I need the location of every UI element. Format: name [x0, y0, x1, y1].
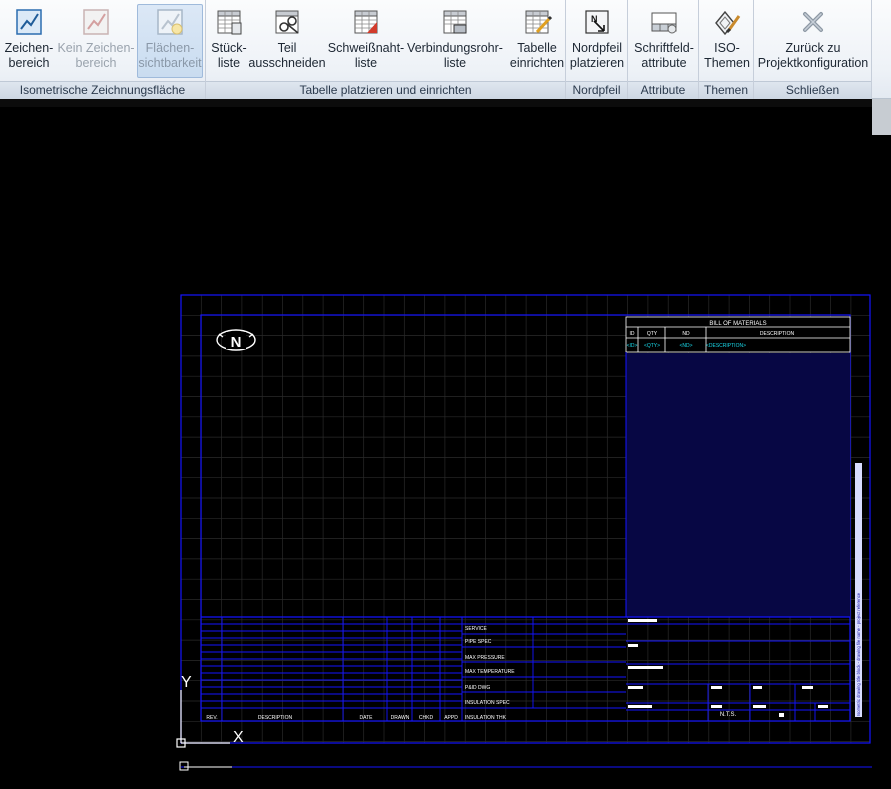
place-north-label-1: Nordpfeil — [571, 41, 623, 55]
ucs-icon: Y X — [176, 674, 244, 771]
side-title-strip: Isometric drawing title block - drawing … — [855, 463, 862, 717]
panel-themes: ISO- Themen Themen — [699, 0, 754, 99]
weld-list-label-2: liste — [354, 56, 378, 70]
draw-area-button[interactable]: Zeichen- bereich — [3, 4, 55, 78]
bill-of-materials: BILL OF MATERIALS ID QTY ND DESCRIPTION … — [625, 316, 851, 617]
bom-body — [626, 353, 850, 617]
spec-max-temperature-label: MAX TEMPERATURE — [465, 669, 515, 675]
iso-themes-label-2: Themen — [704, 56, 750, 70]
draw-area-label-1: Zeichen- — [4, 41, 54, 55]
iso-themes-button[interactable]: ISO- Themen — [702, 4, 752, 78]
no-draw-area-label-1: Kein Zeichen- — [57, 41, 135, 55]
north-arrow-letter: N — [231, 334, 242, 351]
edit-table-icon — [525, 10, 552, 34]
cut-part-button[interactable]: Teil ausschneiden — [248, 4, 326, 78]
cut-part-label-1: Teil — [277, 41, 297, 55]
draw-area-icon — [16, 9, 42, 35]
connection-list-label-1: Verbindungsrohr- — [407, 41, 503, 55]
ribbon: Zeichen- bereich Kein Zeichen- bereich F… — [0, 0, 891, 99]
titleblock-attr-label-2: attribute — [641, 56, 687, 70]
no-draw-area-button[interactable]: Kein Zeichen- bereich — [57, 4, 135, 78]
north-arrow-icon: N — [585, 10, 609, 34]
area-visibility-icon — [157, 9, 183, 35]
titleblock-attr-label-1: Schriftfeld- — [634, 41, 694, 55]
spec-service-label: SERVICE — [465, 626, 488, 632]
rev-chkd-header: CHKD — [419, 715, 434, 721]
ucs-y-label: Y — [181, 674, 192, 691]
nts-label: N.T.S. — [720, 712, 737, 718]
connection-list-button[interactable]: Verbindungsrohr- liste — [406, 4, 504, 78]
back-config-label-1: Zurück zu — [785, 41, 841, 55]
panel-title-iso: Isometrische Zeichnungsfläche — [0, 81, 205, 99]
ucs-x-label: X — [233, 729, 244, 746]
panel-title-themes: Themen — [699, 81, 753, 99]
rev-appd-header: APPD — [444, 715, 458, 721]
bom-header-qty: QTY — [647, 331, 658, 337]
bom-header-nd: ND — [682, 331, 690, 337]
cut-part-label-2: ausschneiden — [248, 56, 326, 70]
draw-area-label-2: bereich — [8, 56, 50, 70]
setup-table-button[interactable]: Tabelle einrichten — [509, 4, 565, 78]
iso-drawing[interactable]: N BILL OF MATERIALS ID QTY ND DESCRIPTIO… — [0, 99, 891, 789]
area-visibility-button[interactable]: Flächen- sichtbarkeit — [137, 4, 203, 78]
rev-header: REV. — [206, 715, 217, 721]
place-north-label-2: platzieren — [569, 56, 625, 70]
panel-iso-drawing-area: Zeichen- bereich Kein Zeichen- bereich F… — [0, 0, 206, 99]
panel-table: Stück- liste Teil ausschneiden Schweißna… — [206, 0, 566, 99]
side-strip-text: Isometric drawing title block - drawing … — [856, 592, 861, 716]
spec-insulation-spec-label: INSULATION SPEC — [465, 700, 510, 706]
iso-themes-label-1: ISO- — [714, 41, 740, 55]
bom-placeholder-description: <DESCRIPTION> — [706, 343, 746, 349]
setup-table-label-2: einrichten — [509, 56, 565, 70]
panel-title-north: Nordpfeil — [566, 81, 627, 99]
no-draw-area-icon — [83, 9, 109, 35]
rev-date-header: DATE — [360, 715, 374, 721]
north-arrow-symbol: N — [216, 329, 256, 351]
back-config-label-2: Projektkonfiguration — [757, 56, 869, 70]
panel-title-table: Tabelle platzieren und einrichten — [206, 81, 565, 99]
panel-close: Zurück zu Projektkonfiguration Schließen — [754, 0, 872, 99]
weld-list-label-1: Schweißnaht- — [327, 41, 405, 55]
bom-header-id: ID — [630, 331, 635, 337]
parts-list-label-2: liste — [217, 56, 241, 70]
spec-pid-dwg-label: P&ID DWG — [465, 685, 490, 691]
rev-description-header: DESCRIPTION — [258, 715, 293, 721]
spec-pipe-spec-label: PIPE SPEC — [465, 639, 492, 645]
bom-placeholder-qty: <QTY> — [644, 343, 660, 349]
title-block-icon — [651, 12, 677, 34]
weld-table-icon — [354, 10, 378, 34]
pipe-table-icon — [443, 10, 467, 34]
back-to-project-config-button[interactable]: Zurück zu Projektkonfiguration — [757, 4, 869, 78]
panel-title-attributes: Attribute — [628, 81, 698, 99]
no-draw-area-label-2: bereich — [75, 56, 117, 70]
spec-max-pressure-label: MAX PRESSURE — [465, 655, 505, 661]
place-north-arrow-button[interactable]: N Nordpfeil platzieren — [569, 4, 625, 78]
panel-north: N Nordpfeil platzieren Nordpfeil — [566, 0, 628, 99]
area-visibility-label-2: sichtbarkeit — [138, 56, 202, 70]
panel-title-close: Schließen — [754, 81, 871, 99]
bom-placeholder-id: <ID> — [627, 343, 638, 349]
bom-title: BILL OF MATERIALS — [709, 321, 766, 327]
title-block: REV. DESCRIPTION DATE DRAWN CHKD APPD SE… — [201, 616, 850, 721]
setup-table-label-1: Tabelle — [517, 41, 557, 55]
bom-header-description: DESCRIPTION — [760, 331, 795, 337]
scissors-icon — [275, 10, 299, 34]
parts-list-label-1: Stück- — [211, 41, 247, 55]
rev-drawn-header: DRAWN — [391, 715, 410, 721]
spec-insulation-thk-label: INSULATION THK — [465, 715, 507, 721]
titleblock-value-placeholders — [628, 619, 828, 717]
panel-attributes: Schriftfeld- attribute Attribute — [628, 0, 699, 99]
close-x-icon — [803, 12, 823, 32]
connection-list-label-2: liste — [443, 56, 467, 70]
titleblock-attributes-button[interactable]: Schriftfeld- attribute — [631, 4, 697, 78]
weld-list-button[interactable]: Schweißnaht- liste — [326, 4, 406, 78]
table-icon — [217, 10, 242, 35]
themes-brush-icon — [715, 10, 741, 36]
parts-list-button[interactable]: Stück- liste — [208, 4, 250, 78]
area-visibility-label-1: Flächen- — [145, 41, 195, 55]
bom-placeholder-nd: <ND> — [679, 343, 692, 349]
